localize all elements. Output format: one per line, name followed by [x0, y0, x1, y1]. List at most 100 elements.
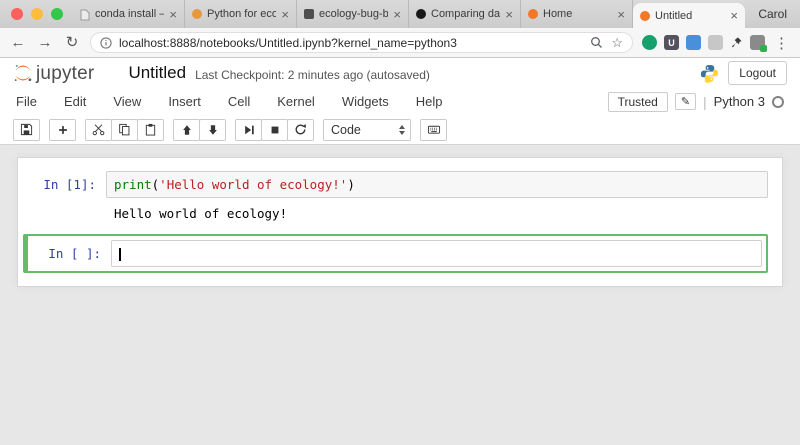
extension-icon-ublock[interactable]: U: [664, 35, 679, 50]
forward-icon[interactable]: →: [36, 35, 54, 50]
url-bar[interactable]: localhost:8888/notebooks/Untitled.ipynb?…: [90, 32, 633, 53]
tab-close-icon[interactable]: ×: [393, 8, 401, 21]
tab-title: ecology-bug-bbq: [319, 8, 388, 20]
zoom-icon[interactable]: [590, 36, 603, 49]
cut-cell-button[interactable]: [85, 119, 112, 141]
profile-badge-icon[interactable]: [750, 35, 765, 50]
browser-tab-ecology-bug-bbq[interactable]: ecology-bug-bbq ×: [297, 0, 409, 28]
save-icon: [20, 123, 33, 136]
menu-cell[interactable]: Cell: [228, 94, 250, 109]
extension-icon-green[interactable]: [642, 35, 657, 50]
run-icon: [243, 124, 255, 136]
copy-cell-button[interactable]: [111, 119, 138, 141]
extension-icon-blue[interactable]: [686, 35, 701, 50]
jupyter-favicon-icon: [528, 9, 538, 19]
move-cell-down-button[interactable]: [199, 119, 226, 141]
pin-icon[interactable]: [730, 36, 743, 49]
restart-kernel-button[interactable]: [287, 119, 314, 141]
cell-type-dropdown[interactable]: Code: [323, 119, 411, 141]
tab-close-icon[interactable]: ×: [505, 8, 513, 21]
bookmark-star-icon[interactable]: ☆: [611, 36, 623, 49]
jupyter-header: jupyter Untitled Last Checkpoint: 2 minu…: [0, 58, 800, 88]
reload-icon[interactable]: ↻: [63, 35, 81, 50]
site-favicon-icon: [304, 9, 314, 19]
clipboard-icon: [144, 123, 157, 136]
code-paren: ): [347, 177, 355, 192]
run-cell-button[interactable]: [235, 119, 262, 141]
code-keyword: print: [114, 177, 152, 192]
code-input-1[interactable]: print('Hello world of ecology!'): [106, 171, 768, 198]
cell-1-output-area: Hello world of ecology!: [18, 198, 782, 232]
tab-title: Untitled: [655, 10, 725, 22]
kernel-divider: |: [703, 94, 707, 110]
tab-title: Comparing dataca: [431, 8, 500, 20]
tab-close-icon[interactable]: ×: [730, 9, 738, 22]
keyboard-icon: [427, 123, 441, 136]
menu-kernel[interactable]: Kernel: [277, 94, 315, 109]
input-prompt: In [1]:: [18, 171, 106, 192]
code-cell-1[interactable]: In [1]: print('Hello world of ecology!'): [18, 171, 782, 198]
minimize-window-button[interactable]: [31, 8, 43, 20]
menu-help[interactable]: Help: [416, 94, 443, 109]
code-input-2[interactable]: [111, 240, 762, 267]
paste-cell-button[interactable]: [137, 119, 164, 141]
kernel-idle-indicator-icon: [772, 96, 784, 108]
back-icon[interactable]: ←: [9, 35, 27, 50]
edit-title-pencil-icon[interactable]: ✎: [675, 93, 696, 110]
menu-file[interactable]: File: [16, 94, 37, 109]
omnibox-trailing-icons: ☆: [590, 36, 623, 49]
code-string: 'Hello world of ecology!': [159, 177, 347, 192]
dropdown-caret-icon: [399, 125, 405, 135]
tab-close-icon[interactable]: ×: [169, 8, 177, 21]
input-prompt: In [ ]:: [32, 240, 111, 261]
notebook-container: In [1]: print('Hello world of ecology!')…: [17, 157, 783, 287]
jupyter-logo-text: jupyter: [36, 64, 94, 83]
arrow-down-icon: [207, 124, 219, 136]
move-cell-up-button[interactable]: [173, 119, 200, 141]
extension-icon-gray[interactable]: [708, 35, 723, 50]
profile-name[interactable]: Carol: [745, 0, 800, 28]
plus-icon: [57, 124, 69, 136]
stop-icon: [269, 124, 281, 136]
checkpoint-status: Last Checkpoint: 2 minutes ago (autosave…: [195, 68, 430, 82]
fullscreen-window-button[interactable]: [51, 8, 63, 20]
browser-tab-comparing-datac[interactable]: Comparing dataca ×: [409, 0, 521, 28]
extension-icons: U ⋮: [642, 34, 791, 52]
browser-tab-python-for-ecology[interactable]: Python for ecolog ×: [185, 0, 297, 28]
scissors-icon: [92, 123, 105, 136]
site-favicon-icon: [192, 9, 202, 19]
notebook-menu-bar: File Edit View Insert Cell Kernel Widget…: [0, 88, 800, 115]
tab-close-icon[interactable]: ×: [617, 8, 625, 21]
notebook-toolbar: Code: [0, 115, 800, 145]
python-logo-icon: [700, 64, 719, 83]
browser-address-bar: ← → ↻ localhost:8888/notebooks/Untitled.…: [0, 28, 800, 58]
arrow-up-icon: [181, 124, 193, 136]
jupyter-favicon-icon: [640, 11, 650, 21]
logout-button[interactable]: Logout: [728, 61, 787, 85]
menu-view[interactable]: View: [113, 94, 141, 109]
restart-icon: [294, 123, 307, 136]
code-cell-2-selected[interactable]: In [ ]:: [23, 234, 768, 273]
tab-title: Python for ecolog: [207, 8, 276, 20]
browser-tab-conda-install[interactable]: conda install — C ×: [73, 0, 185, 28]
command-palette-button[interactable]: [420, 119, 447, 141]
menu-insert[interactable]: Insert: [168, 94, 201, 109]
jupyter-logo[interactable]: jupyter: [13, 63, 94, 83]
copy-icon: [118, 123, 131, 136]
tab-title: conda install — C: [95, 8, 164, 20]
browser-tab-untitled-active[interactable]: Untitled ×: [633, 3, 745, 28]
url-text[interactable]: localhost:8888/notebooks/Untitled.ipynb?…: [119, 36, 583, 50]
page-info-icon[interactable]: [100, 37, 112, 49]
browser-tab-home[interactable]: Home ×: [521, 0, 633, 28]
browser-window: conda install — C × Python for ecolog × …: [0, 0, 800, 445]
notebook-title[interactable]: Untitled: [128, 63, 186, 83]
trusted-button[interactable]: Trusted: [608, 92, 668, 112]
close-window-button[interactable]: [11, 8, 23, 20]
save-button[interactable]: [13, 119, 40, 141]
browser-menu-icon[interactable]: ⋮: [772, 34, 791, 52]
interrupt-kernel-button[interactable]: [261, 119, 288, 141]
add-cell-button[interactable]: [49, 119, 76, 141]
tab-close-icon[interactable]: ×: [281, 8, 289, 21]
menu-widgets[interactable]: Widgets: [342, 94, 389, 109]
menu-edit[interactable]: Edit: [64, 94, 86, 109]
